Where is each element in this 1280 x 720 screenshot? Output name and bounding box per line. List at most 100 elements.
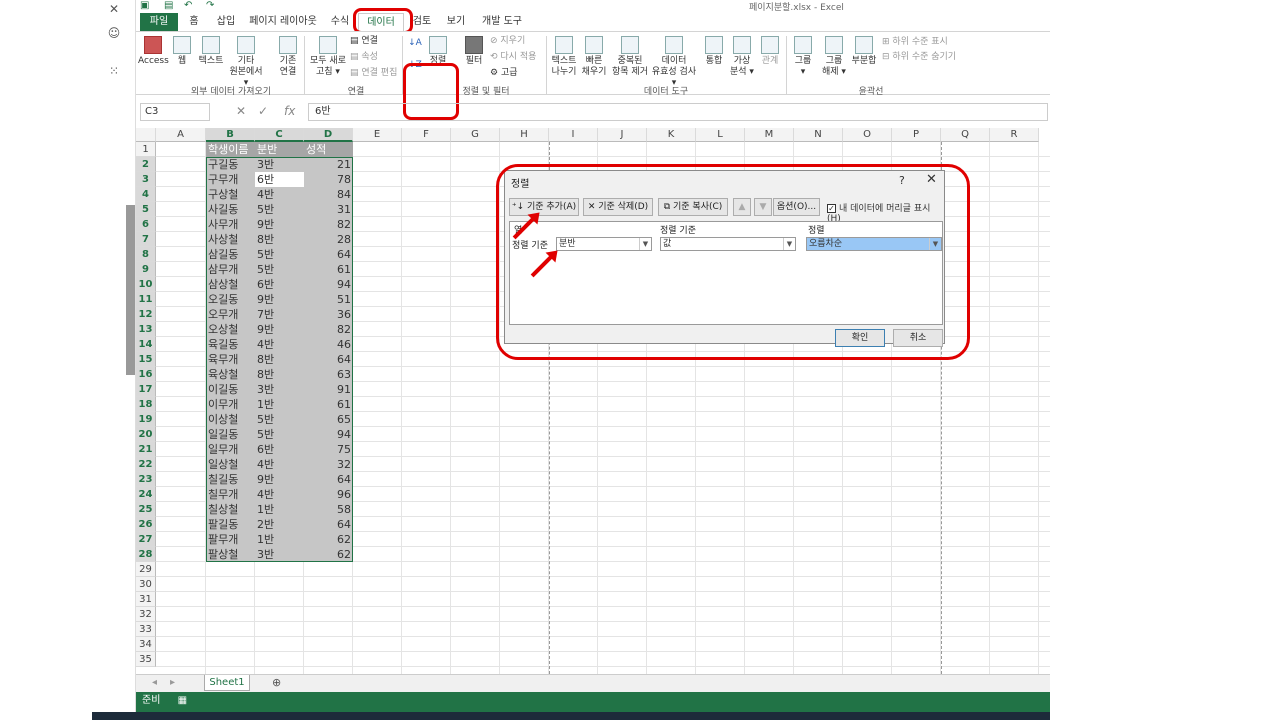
table-cell[interactable]: 6반 [255, 442, 304, 457]
table-cell[interactable]: 64 [304, 352, 353, 367]
row-header[interactable]: 33 [136, 622, 156, 637]
column-header[interactable]: C [255, 128, 304, 142]
column-header[interactable]: I [549, 128, 598, 142]
table-cell[interactable]: 94 [304, 277, 353, 292]
table-cell[interactable]: 46 [304, 337, 353, 352]
row-header[interactable]: 23 [136, 472, 156, 487]
row-header[interactable]: 15 [136, 352, 156, 367]
table-cell[interactable]: 칠상철 [206, 502, 255, 517]
table-cell[interactable]: 오상철 [206, 322, 255, 337]
table-cell[interactable]: 91 [304, 382, 353, 397]
table-cell[interactable]: 4반 [255, 337, 304, 352]
fx-icon[interactable]: fx [284, 104, 295, 118]
table-cell[interactable]: 삼무개 [206, 262, 255, 277]
name-box[interactable]: C3 [140, 103, 210, 121]
table-cell[interactable]: 4반 [255, 187, 304, 202]
table-cell[interactable]: 일길동 [206, 427, 255, 442]
column-header[interactable]: O [843, 128, 892, 142]
select-all-corner[interactable] [136, 128, 156, 142]
row-header[interactable]: 35 [136, 652, 156, 667]
access-button[interactable]: Access [138, 36, 169, 67]
table-cell[interactable]: 4반 [255, 457, 304, 472]
table-cell[interactable]: 칠길동 [206, 472, 255, 487]
active-cell[interactable]: 6반 [255, 172, 304, 187]
table-cell[interactable]: 삼상철 [206, 277, 255, 292]
column-header[interactable]: L [696, 128, 745, 142]
table-cell[interactable]: 32 [304, 457, 353, 472]
table-cell[interactable]: 1반 [255, 502, 304, 517]
table-cell[interactable]: 3반 [255, 547, 304, 562]
table-cell[interactable]: 이길동 [206, 382, 255, 397]
app-logo-icon[interactable]: ⁙ [92, 64, 136, 84]
table-cell[interactable]: 21 [304, 157, 353, 172]
table-cell[interactable]: 5반 [255, 427, 304, 442]
edit-links-button[interactable]: ▤ 연결 편집 [350, 68, 397, 79]
table-cell[interactable]: 36 [304, 307, 353, 322]
table-header-cell[interactable]: 분반 [255, 142, 304, 157]
add-sheet-icon[interactable]: ⊕ [272, 676, 281, 689]
row-header[interactable]: 4 [136, 187, 156, 202]
row-header[interactable]: 34 [136, 637, 156, 652]
table-cell[interactable]: 오무개 [206, 307, 255, 322]
table-cell[interactable]: 5반 [255, 247, 304, 262]
hide-detail-button[interactable]: ⊟ 하위 수준 숨기기 [882, 52, 956, 63]
table-cell[interactable]: 31 [304, 202, 353, 217]
row-header[interactable]: 19 [136, 412, 156, 427]
table-cell[interactable]: 오길동 [206, 292, 255, 307]
table-cell[interactable]: 28 [304, 232, 353, 247]
macro-record-icon[interactable]: ▦ [178, 695, 187, 706]
row-header[interactable]: 12 [136, 307, 156, 322]
table-cell[interactable]: 65 [304, 412, 353, 427]
row-header[interactable]: 30 [136, 577, 156, 592]
table-cell[interactable]: 9반 [255, 292, 304, 307]
table-cell[interactable]: 3반 [255, 157, 304, 172]
enter-icon[interactable]: ✓ [258, 104, 268, 118]
table-cell[interactable]: 팔길동 [206, 517, 255, 532]
tab-formulas[interactable]: 수식 [328, 13, 352, 31]
sort-ascending-icon[interactable]: ↓A [408, 38, 422, 49]
table-cell[interactable]: 9반 [255, 322, 304, 337]
tab-view[interactable]: 보기 [444, 13, 468, 31]
table-cell[interactable]: 8반 [255, 367, 304, 382]
redo-icon[interactable]: ↷ [206, 0, 214, 11]
table-cell[interactable]: 8반 [255, 352, 304, 367]
table-cell[interactable]: 8반 [255, 232, 304, 247]
column-header[interactable]: A [156, 128, 206, 142]
column-header[interactable]: G [451, 128, 500, 142]
tab-page-layout[interactable]: 페이지 레이아웃 [248, 13, 318, 31]
other-sources-button[interactable]: 기타 원본에서 ▾ [226, 36, 266, 89]
column-header[interactable]: Q [941, 128, 990, 142]
scrollbar[interactable] [126, 205, 135, 375]
table-cell[interactable]: 이상철 [206, 412, 255, 427]
text-button[interactable]: 텍스트 [196, 36, 226, 67]
row-header[interactable]: 10 [136, 277, 156, 292]
group-button[interactable]: 그룹 ▾ [792, 36, 814, 78]
row-header[interactable]: 21 [136, 442, 156, 457]
table-cell[interactable]: 82 [304, 217, 353, 232]
relationships-button[interactable]: 관계 [758, 36, 782, 67]
tab-developer[interactable]: 개발 도구 [480, 13, 524, 31]
close-icon[interactable]: ✕ [92, 2, 136, 22]
table-cell[interactable]: 62 [304, 547, 353, 562]
row-header[interactable]: 8 [136, 247, 156, 262]
table-cell[interactable]: 육길동 [206, 337, 255, 352]
table-cell[interactable]: 61 [304, 397, 353, 412]
row-header[interactable]: 2 [136, 157, 156, 172]
row-header[interactable]: 18 [136, 397, 156, 412]
table-cell[interactable]: 팔무개 [206, 532, 255, 547]
table-header-cell[interactable]: 성적 [304, 142, 353, 157]
table-cell[interactable]: 일상철 [206, 457, 255, 472]
row-header[interactable]: 20 [136, 427, 156, 442]
column-header[interactable]: D [304, 128, 353, 142]
row-header[interactable]: 14 [136, 337, 156, 352]
table-cell[interactable]: 64 [304, 247, 353, 262]
cancel-icon[interactable]: ✕ [236, 104, 246, 118]
ungroup-button[interactable]: 그룹 해제 ▾ [820, 36, 848, 78]
column-header[interactable]: N [794, 128, 843, 142]
table-cell[interactable]: 58 [304, 502, 353, 517]
table-cell[interactable]: 사무개 [206, 217, 255, 232]
row-header[interactable]: 16 [136, 367, 156, 382]
row-header[interactable]: 7 [136, 232, 156, 247]
prev-sheet-icon[interactable]: ◂ [152, 677, 157, 688]
tab-sheet1[interactable]: Sheet1 [204, 675, 250, 691]
